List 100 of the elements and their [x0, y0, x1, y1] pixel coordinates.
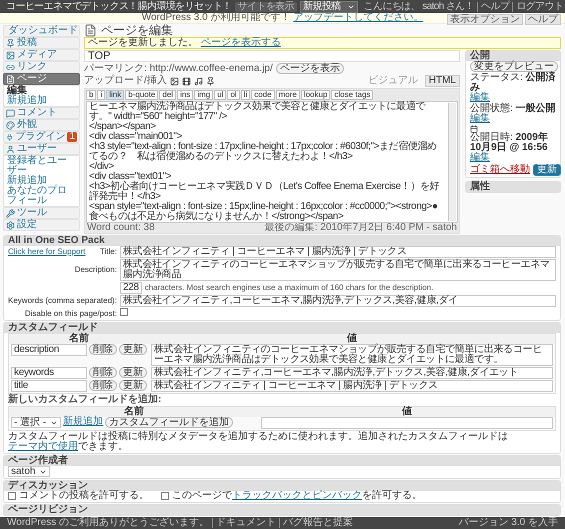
- view-page-link[interactable]: ページを表示する: [200, 37, 281, 48]
- header-link[interactable]: ヘルプ: [477, 2, 512, 12]
- menu-item[interactable]: 投稿: [3, 37, 80, 49]
- name-field[interactable]: description: [11, 344, 87, 356]
- quicktag-button[interactable]: lookup: [300, 90, 330, 100]
- quicktag-button[interactable]: b-quote: [125, 90, 158, 100]
- submenu-item[interactable]: あなたのプロフィール: [7, 186, 76, 206]
- panel-title: 属性: [466, 182, 560, 192]
- header-link[interactable]: ログアウト: [512, 2, 565, 12]
- menu-item[interactable]: ユーザー: [3, 143, 80, 155]
- row-button[interactable]: 削除: [89, 367, 117, 378]
- wrench-icon: [6, 208, 15, 218]
- value-field[interactable]: [261, 417, 553, 429]
- column-header: 値: [259, 407, 555, 417]
- update-button[interactable]: 更新: [533, 164, 561, 176]
- panel-title: ディスカッション: [4, 481, 560, 491]
- site-title: コーヒーエネマでデトックス！腸内環境をリセット！: [6, 2, 232, 12]
- footer-link[interactable]: ドキュメント: [212, 518, 280, 528]
- name-field[interactable]: keywords: [11, 367, 87, 379]
- row-button[interactable]: 削除: [89, 380, 117, 391]
- footer-link[interactable]: バグ報告と提案: [279, 518, 356, 528]
- quicktag-button[interactable]: del: [159, 90, 176, 100]
- edit-link[interactable]: 編集: [470, 93, 490, 103]
- menu-item[interactable]: コメント: [3, 107, 80, 119]
- menu-item[interactable]: 外観: [3, 119, 80, 131]
- music-icon[interactable]: [194, 76, 203, 86]
- quicktag-button[interactable]: ins: [177, 90, 194, 100]
- author-select[interactable]: satoh: [8, 466, 50, 477]
- checkbox[interactable]: [120, 308, 128, 316]
- scrollbar[interactable]: [448, 103, 456, 221]
- screen-tab-button[interactable]: ヘルプ: [525, 14, 561, 25]
- menu-item[interactable]: メディア: [3, 49, 80, 61]
- view-site-button[interactable]: サイトを表示: [234, 2, 298, 12]
- menu-item[interactable]: ツール: [3, 207, 80, 219]
- screen-tab-button[interactable]: 表示オプション: [447, 14, 523, 25]
- submenu-item[interactable]: 編集: [7, 86, 76, 96]
- code-line: <h3 style="text-align : font-size : 17px;line-height : 17px;color : #6030f;">まだ宿便溜めてるの？ 私は宿便溜めるのデトックスに替えたわよ！</h3>: [89, 142, 438, 162]
- description-field[interactable]: 株式会社インフィニティのコーヒーエネマショップが販売する自宅で簡単に出来るコーヒーエネマ腸内洗浄商品: [120, 259, 556, 281]
- panel-title: ページリビジョン: [4, 505, 560, 515]
- add-field-button[interactable]: カスタムフィールドを追加: [105, 417, 234, 428]
- checkbox[interactable]: [8, 492, 16, 500]
- value-field[interactable]: 株式会社インフィニティ,コーヒーエネマ,腸内洗浄,デトックス,美容,健康,ダイエット: [151, 367, 553, 379]
- row-button[interactable]: 更新: [119, 367, 147, 378]
- value-field[interactable]: 株式会社インフィニティ | コーヒーエネマ | 腸内洗浄 | デトックス: [151, 380, 553, 392]
- updated-message: ページを更新しました。 ページを表示する: [84, 37, 561, 49]
- panel-title: 公開: [466, 51, 560, 61]
- value-field[interactable]: 株式会社インフィニティのコーヒーエネマショップが販売する自宅で簡単に出来るコーヒーエネマ腸内洗浄商品はデトックス効果で美容と健康とダイエットに最適です。: [151, 344, 553, 366]
- menu-item[interactable]: ページ: [3, 73, 80, 85]
- keywords-field[interactable]: 株式会社インフィニティ,コーヒーエネマ,腸内洗浄,デトックス,美容,健康,ダイ: [120, 295, 556, 307]
- quicktag-button[interactable]: more: [276, 90, 300, 100]
- update-link[interactable]: アップデートしてください。: [293, 12, 424, 23]
- custom-fields-note: カスタムフィールドは投稿に特別なメタデータを追加するために使われます。追加されたカスタムフィールドは テーマ内で使用できます。: [8, 432, 509, 452]
- quicktag-button[interactable]: ul: [214, 90, 226, 100]
- field-label: Keywords (comma separated):: [8, 296, 117, 306]
- quicktag-button[interactable]: img: [194, 90, 214, 100]
- trackback-link[interactable]: トラックバックとピンバック: [232, 490, 362, 501]
- code-line: </span></span>: [89, 122, 156, 132]
- trash-link[interactable]: ゴミ箱へ移動: [470, 165, 530, 175]
- quicktag-button[interactable]: close tags: [331, 90, 374, 100]
- quicktag-button[interactable]: ol: [227, 90, 240, 100]
- quicktag-button[interactable]: li: [240, 90, 250, 100]
- film-icon[interactable]: [182, 76, 191, 86]
- quicktag-button[interactable]: code: [251, 90, 275, 100]
- image-icon[interactable]: [170, 76, 179, 86]
- row-button[interactable]: 更新: [119, 380, 147, 391]
- content-textarea[interactable]: [86, 101, 458, 223]
- row-button[interactable]: 更新: [119, 344, 147, 355]
- pin-icon[interactable]: [206, 76, 215, 86]
- name-field[interactable]: title: [11, 380, 87, 392]
- submenu-item[interactable]: 登録者とユーザー: [7, 156, 76, 176]
- submenu-item[interactable]: 新規追加: [7, 96, 76, 106]
- new-field-link[interactable]: 新規追加: [63, 417, 104, 427]
- checkbox[interactable]: [161, 492, 169, 500]
- edit-link[interactable]: 編集: [470, 114, 490, 124]
- edit-link[interactable]: 編集: [470, 153, 490, 163]
- menu-item[interactable]: 設定: [3, 219, 80, 231]
- code-line: <div class="text01">: [89, 172, 172, 182]
- row-button[interactable]: 削除: [89, 344, 117, 355]
- support-link[interactable]: Click here for Support: [8, 247, 86, 257]
- code-line: </div>: [89, 162, 114, 172]
- theme-link[interactable]: テーマ内で使用: [8, 441, 78, 452]
- quicktag-button[interactable]: b: [86, 90, 96, 100]
- page-title-field[interactable]: TOP: [84, 50, 460, 62]
- preview-button[interactable]: 変更をプレビュー: [470, 61, 558, 72]
- menu-item[interactable]: プラグイン 1: [3, 131, 80, 143]
- version-link[interactable]: バージョン 3.0 を入手: [456, 518, 561, 528]
- quicktag-button[interactable]: link: [106, 90, 124, 100]
- view-page-button[interactable]: ページを表示: [276, 63, 344, 74]
- publish-info: ステータス: 公開済み: [470, 73, 556, 93]
- panel-title: ページ作成者: [4, 456, 560, 466]
- editor-tab[interactable]: HTML: [424, 75, 460, 87]
- new-post-dropdown[interactable]: 新規投稿: [300, 0, 358, 12]
- greeting-text: こんにちは、 satoh さん！: [362, 2, 476, 12]
- quicktag-button[interactable]: i: [97, 90, 106, 100]
- seo-title-field[interactable]: 株式会社インフィニティ | コーヒーエネマ | 腸内洗浄 | デトックス: [120, 246, 556, 258]
- menu-item[interactable]: ダッシュボード: [3, 25, 80, 37]
- submenu-item[interactable]: 新規追加: [7, 176, 76, 186]
- code-line: ヒーエネマ腸内洗浄商品はデトックス効果で美容と健康とダイエットに最適です。" width="560" height="177" />: [89, 102, 426, 122]
- menu-item[interactable]: リンク: [3, 61, 80, 73]
- field-select[interactable]: - 選択 -: [11, 417, 62, 428]
